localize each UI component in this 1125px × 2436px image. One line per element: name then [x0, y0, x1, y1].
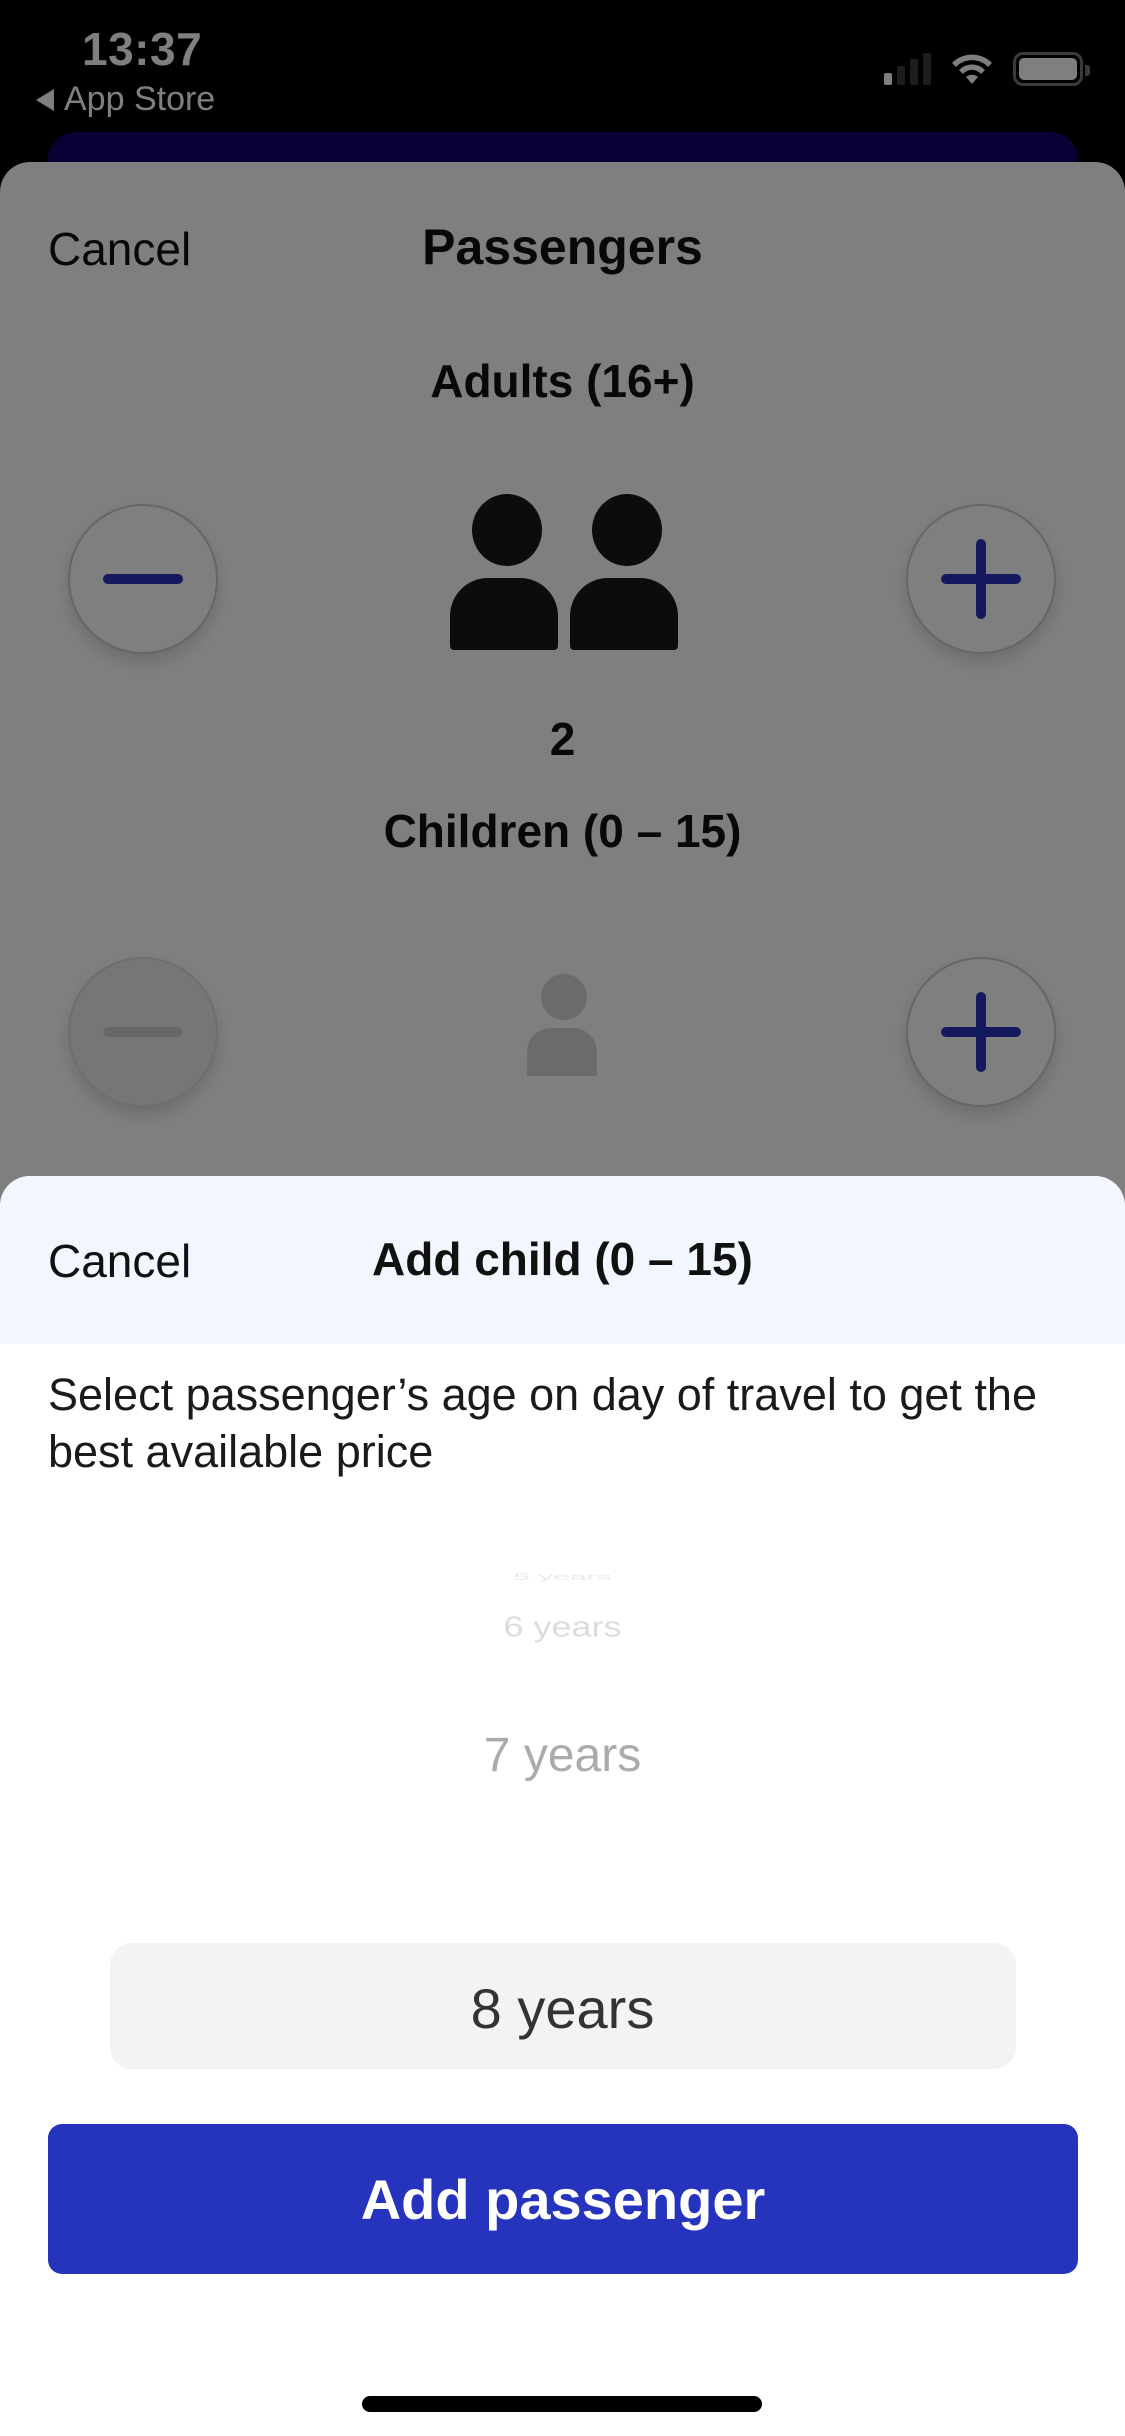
back-triangle-icon — [36, 88, 54, 111]
children-increment-button[interactable] — [906, 957, 1056, 1107]
picker-item-selected[interactable]: 8 years — [0, 1976, 1125, 2041]
add-child-cancel-button[interactable]: Cancel — [48, 1234, 191, 1288]
minus-icon — [103, 1027, 183, 1037]
wifi-icon — [952, 54, 992, 84]
picker-item[interactable]: 5 years — [0, 1571, 1125, 1583]
back-to-app-store-link[interactable]: App Store — [36, 80, 215, 119]
adult-person-icon — [450, 494, 560, 654]
adult-person-icon — [570, 494, 680, 654]
adults-decrement-button[interactable] — [68, 504, 218, 654]
status-time: 13:37 — [82, 23, 203, 75]
children-label: Children (0 – 15) — [383, 805, 742, 857]
add-child-sheet: Cancel Add child (0 – 15) Select passeng… — [0, 1176, 1125, 2436]
plus-icon — [941, 539, 1021, 619]
home-indicator[interactable] — [362, 2396, 762, 2412]
children-decrement-button[interactable] — [68, 957, 218, 1107]
cellular-signal-icon — [884, 53, 931, 85]
status-bar: 13:37 App Store — [0, 0, 1125, 130]
battery-icon — [1013, 52, 1090, 86]
child-person-icon — [527, 974, 599, 1084]
adults-label: Adults (16+) — [430, 355, 695, 407]
picker-item[interactable]: 7 years — [0, 1728, 1125, 1783]
plus-icon — [941, 992, 1021, 1072]
minus-icon — [103, 574, 183, 584]
add-child-header: Cancel Add child (0 – 15) — [0, 1176, 1125, 1344]
adults-count: 2 — [549, 713, 576, 765]
adults-increment-button[interactable] — [906, 504, 1056, 654]
add-passenger-button[interactable]: Add passenger — [48, 2124, 1078, 2274]
age-instructions: Select passenger’s age on day of travel … — [48, 1369, 1037, 1477]
picker-item[interactable]: 6 years — [0, 1610, 1125, 1644]
system-icons — [884, 52, 1090, 86]
back-app-label: App Store — [64, 80, 216, 118]
passengers-title: Passengers — [422, 219, 703, 275]
add-child-title: Add child (0 – 15) — [372, 1233, 753, 1285]
